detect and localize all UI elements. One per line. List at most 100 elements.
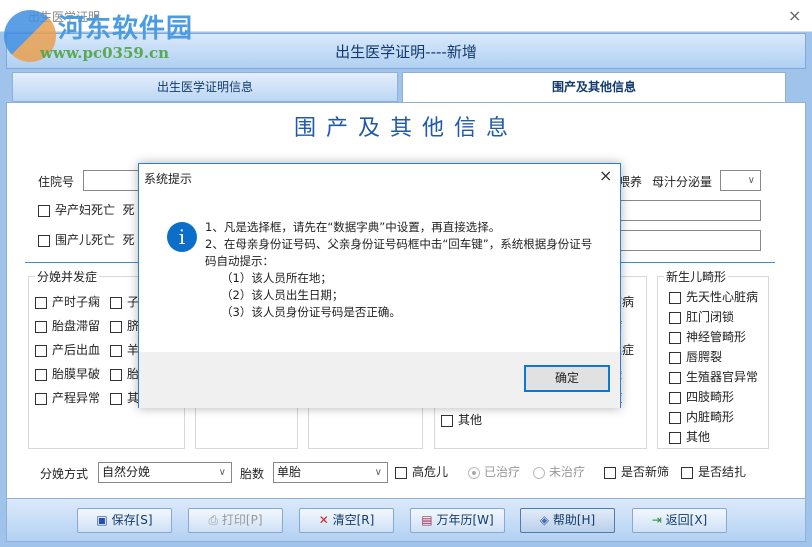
delivery-method-select[interactable]: 自然分娩 ∨ (98, 462, 232, 483)
perinatal-death-checkbox[interactable]: 围产儿死亡 死 (38, 228, 135, 252)
checkbox-label: 生殖器官异常 (686, 370, 759, 384)
tab-birth-cert-info[interactable]: 出生医学证明信息 (12, 72, 398, 102)
ok-button[interactable]: 确定 (524, 365, 610, 392)
treated-radio[interactable]: 已治疗 (468, 460, 520, 484)
feeding-label: 喂养 (618, 175, 643, 189)
tab-perinatal-info[interactable]: 围产及其他信息 (402, 72, 786, 102)
message-line: 2、在母亲身份证号码、父亲身份证号码框中击“回车键”，系统根据身份证号码自动提示… (205, 237, 593, 268)
malformation-checkbox[interactable]: 先天性心脏病 (669, 287, 758, 307)
group4-other-checkbox[interactable]: 其他 (441, 408, 482, 432)
checkbox-box (35, 392, 47, 405)
milk-select[interactable]: ∨ (720, 170, 761, 191)
malformation-checkbox[interactable]: 生殖器官异常 (669, 367, 758, 387)
complication-checkbox[interactable]: 产后出血 (35, 338, 100, 362)
complication-checkbox[interactable]: 产时子痫 (35, 290, 100, 314)
exit-button[interactable]: ⇥ 返回[X] (632, 508, 727, 533)
radio-label: 未治疗 (549, 465, 586, 479)
malformation-checkbox[interactable]: 四肢畸形 (669, 387, 758, 407)
checkbox-label: 胎膜早破 (52, 367, 101, 381)
help-icon: ◈ (539, 513, 549, 527)
checkbox-box (441, 414, 453, 427)
malformation-checkbox[interactable]: 神经管畸形 (669, 327, 758, 347)
complication-checkbox[interactable]: 胎膜早破 (35, 362, 100, 386)
checkbox-box (669, 431, 681, 444)
checkbox-box (395, 466, 407, 479)
complication-checkbox[interactable]: 子 (110, 290, 139, 314)
watermark-text: 河东软件园 (58, 14, 194, 44)
calendar-button[interactable]: ▤ 万年历[W] (410, 508, 505, 533)
button-label: 帮助[H] (552, 513, 596, 527)
complication-checkbox[interactable]: 羊 (110, 338, 139, 362)
save-icon: ▣ (96, 513, 108, 527)
checkbox-label: 先天性心脏病 (686, 290, 759, 304)
checkbox-label: 其他 (686, 430, 711, 444)
button-label: 返回[X] (665, 513, 708, 527)
calendar-icon: ▤ (421, 513, 433, 527)
print-button[interactable]: ⎙ 打印[P] (188, 508, 283, 533)
checkbox-label: 是否新筛 (621, 465, 670, 479)
untreated-radio[interactable]: 未治疗 (533, 460, 585, 484)
checkbox-label: 肛门闭锁 (686, 310, 735, 324)
checkbox-box (669, 351, 681, 364)
ligation-checkbox[interactable]: 是否结扎 (681, 460, 746, 484)
chevron-down-icon: ∨ (218, 467, 226, 478)
malformation-checkbox[interactable]: 其他 (669, 427, 758, 447)
complication-checkbox[interactable]: 脐 (110, 314, 139, 338)
window-close-button[interactable]: × (788, 6, 801, 25)
message-subline: （1）该人员所在地； (221, 271, 332, 285)
checkbox-box (681, 466, 693, 479)
dialog-message: 1、凡是选择框，请先在“数据字典”中设置，再直接选择。 2、在母亲身份证号码、父… (205, 219, 600, 321)
checkbox-box (604, 466, 616, 479)
checkbox-box (110, 320, 122, 333)
fetus-count-label: 胎数 (240, 467, 265, 481)
malformation-checkbox[interactable]: 肛门闭锁 (669, 307, 758, 327)
fetus-count-select[interactable]: 单胎 ∨ (273, 462, 388, 483)
death-label: 死 (122, 203, 135, 217)
dialog-close-button[interactable]: × (599, 166, 612, 185)
checkbox-box (669, 331, 681, 344)
malformation-checkbox[interactable]: 唇腭裂 (669, 347, 758, 367)
group-title: 分娩并发症 (35, 268, 100, 285)
button-label: 保存[S] (111, 513, 153, 527)
checkbox-label: 围产儿死亡 (55, 233, 116, 247)
checkbox-box (35, 344, 47, 357)
save-button[interactable]: ▣ 保存[S] (77, 508, 172, 533)
button-label: 清空[R] (332, 513, 375, 527)
section-title: 围产及其他信息 (293, 116, 518, 141)
help-button[interactable]: ◈ 帮助[H] (520, 508, 615, 533)
checkbox-label: 是否结扎 (698, 465, 747, 479)
checkbox-box (110, 392, 122, 405)
checkbox-box (35, 320, 47, 333)
complication-checkbox[interactable]: 产程异常 (35, 386, 100, 410)
checkbox-box (38, 204, 50, 217)
high-risk-checkbox[interactable]: 高危儿 (395, 460, 448, 484)
chevron-down-icon: ∨ (374, 467, 382, 478)
checkbox-box (110, 344, 122, 357)
newborn-screening-checkbox[interactable]: 是否新筛 (604, 460, 669, 484)
checkbox-label: 神经管畸形 (686, 330, 747, 344)
complication-checkbox[interactable]: 胎盘滞留 (35, 314, 100, 338)
checkbox-label: 胎盘滞留 (52, 319, 101, 333)
death-label: 死 (122, 233, 135, 247)
maternal-death-checkbox[interactable]: 孕产妇死亡 死 (38, 198, 135, 222)
checkbox-box (38, 234, 50, 247)
complication-checkbox[interactable]: 其 (110, 386, 139, 410)
select-value: 单胎 (277, 465, 302, 479)
watermark-url: www.pc0359.cn (40, 44, 170, 62)
field-input-2[interactable] (600, 230, 761, 251)
delivery-method-label: 分娩方式 (40, 467, 89, 481)
checkbox-box (35, 368, 47, 381)
malformation-checkbox[interactable]: 内脏畸形 (669, 407, 758, 427)
checkbox-label: 产程异常 (52, 391, 101, 405)
hospital-no-input[interactable] (83, 170, 143, 191)
checkbox-label: 产后出血 (52, 343, 101, 357)
select-value: 自然分娩 (102, 465, 151, 479)
field-input-1[interactable] (600, 200, 761, 221)
checkbox-box (669, 411, 681, 424)
clear-button[interactable]: ✕ 清空[R] (299, 508, 394, 533)
complication-checkbox[interactable]: 胎 (110, 362, 139, 386)
checkbox-box (669, 371, 681, 384)
checkbox-box (110, 368, 122, 381)
info-icon: i (167, 222, 197, 252)
radio-dot (468, 466, 480, 479)
